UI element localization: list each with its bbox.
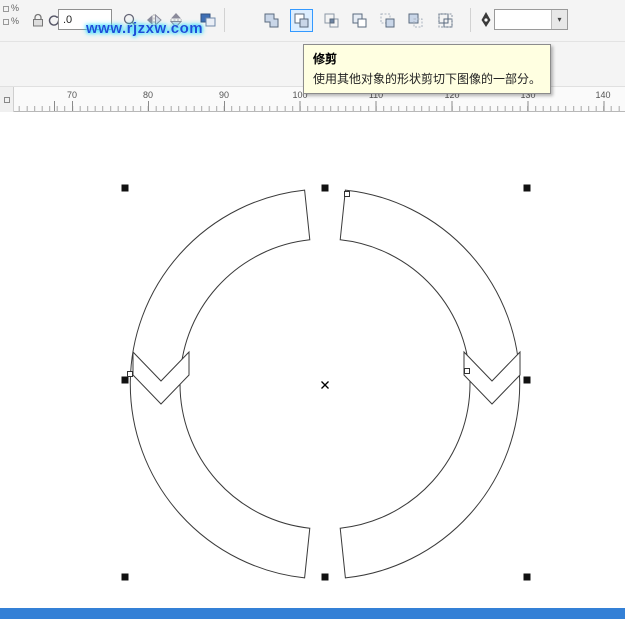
pen-nib-icon	[478, 11, 494, 29]
handle-top-right[interactable]	[524, 185, 531, 192]
ruler-major-ticks	[0, 101, 625, 111]
scale-factor-stack[interactable]: % %	[3, 2, 25, 40]
shaping-button-front-minus-back[interactable]	[376, 9, 399, 32]
node-right[interactable]	[465, 369, 470, 374]
shaping-button-back-minus-front[interactable]	[404, 9, 427, 32]
intersect-icon	[323, 12, 340, 29]
weld-icon	[263, 12, 280, 29]
canvas-drawing	[0, 112, 625, 608]
shaping-button-trim[interactable]	[290, 9, 313, 32]
drawing-canvas[interactable]	[0, 112, 625, 608]
shaping-button-weld[interactable]	[260, 9, 283, 32]
shaping-button-create-boundary[interactable]	[434, 9, 457, 32]
watermark-text: www.rjzxw.com	[86, 20, 203, 37]
chevron-down-icon[interactable]: ▾	[551, 10, 567, 29]
shaping-button-intersect[interactable]	[320, 9, 343, 32]
handle-bottom-center[interactable]	[322, 574, 329, 581]
handle-middle-right[interactable]	[524, 377, 531, 384]
outline-width-combobox[interactable]: ▾	[494, 9, 568, 30]
tooltip-body: 使用其他对象的形状剪切下图像的一部分。	[313, 70, 541, 87]
status-bar	[0, 608, 625, 619]
ruler-label: 140	[595, 90, 610, 100]
scale-box-icon	[3, 19, 9, 25]
ruler-label: 70	[67, 90, 77, 100]
back-minus-front-icon	[407, 12, 424, 29]
handle-bottom-left[interactable]	[122, 574, 129, 581]
selection-handles[interactable]	[122, 185, 531, 581]
handle-top-center[interactable]	[322, 185, 329, 192]
shaping-button-simplify[interactable]	[348, 9, 371, 32]
handle-bottom-right[interactable]	[524, 574, 531, 581]
front-minus-back-icon	[379, 12, 396, 29]
node-top[interactable]	[345, 192, 350, 197]
outline-width-value	[495, 10, 551, 29]
ruler-label: 80	[143, 90, 153, 100]
scale-percent-bottom: %	[11, 15, 19, 28]
scale-box-icon	[3, 6, 9, 12]
tooltip: 修剪 使用其他对象的形状剪切下图像的一部分。	[303, 44, 551, 94]
toolbar-separator	[470, 8, 471, 32]
handle-top-left[interactable]	[122, 185, 129, 192]
node-left[interactable]	[128, 372, 133, 377]
handle-middle-left[interactable]	[122, 377, 129, 384]
tooltip-title: 修剪	[313, 50, 541, 67]
ruler-origin-icon	[4, 97, 10, 103]
simplify-icon	[351, 12, 368, 29]
center-marker-icon	[322, 382, 329, 389]
ruler-origin-button[interactable]	[0, 87, 14, 112]
scale-percent-top: %	[11, 2, 19, 15]
create-boundary-icon	[437, 12, 454, 29]
toolbar-separator	[224, 8, 225, 32]
ruler-label: 90	[219, 90, 229, 100]
trim-icon	[293, 12, 310, 29]
